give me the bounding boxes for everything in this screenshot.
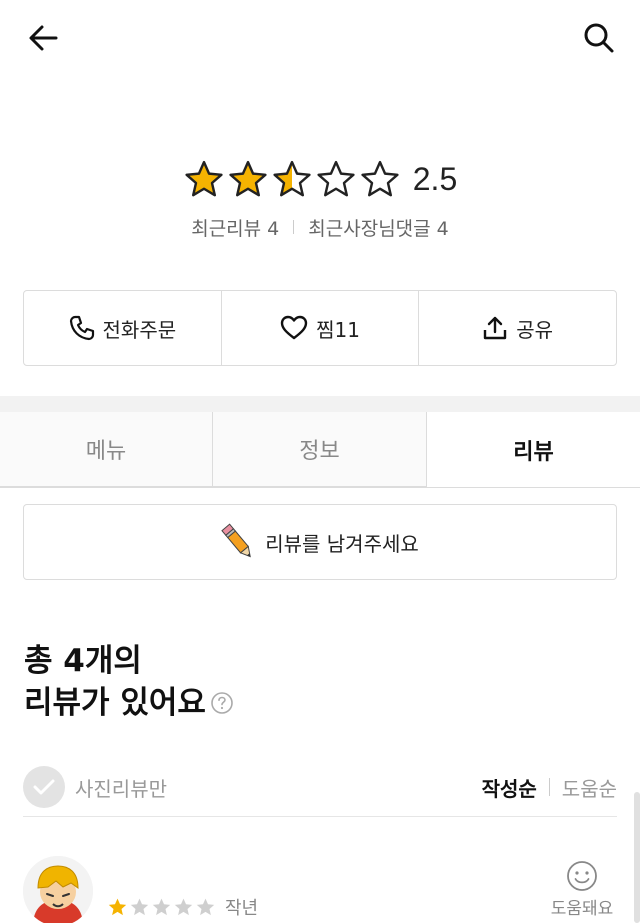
- write-review-button[interactable]: 리뷰를 남겨주세요: [23, 504, 617, 580]
- tab-menu[interactable]: 메뉴: [0, 412, 213, 487]
- tab-reviews-label: 리뷰: [513, 439, 554, 465]
- top-bar: [0, 0, 640, 76]
- review-filter-row: 사진리뷰만 작성순 도움순: [23, 760, 617, 814]
- store-rating-stars: [183, 159, 401, 199]
- arrow-left-icon: [29, 25, 58, 51]
- smile-icon: [567, 861, 597, 891]
- helpful-button[interactable]: 도움돼요: [547, 860, 617, 919]
- review-item: 작년 도움돼요: [23, 850, 617, 923]
- star-empty-icon: [317, 160, 355, 197]
- check-circle-icon: [23, 766, 65, 808]
- share-button[interactable]: 공유: [418, 291, 616, 365]
- call-order-label: 전화주문: [102, 317, 177, 342]
- star-empty-icon: [196, 898, 215, 916]
- store-rating-value: 2.5: [412, 160, 458, 197]
- review-total-line1: 총 4개의: [24, 643, 142, 679]
- review-meta: 작년: [107, 894, 258, 920]
- sort-divider: [548, 778, 550, 796]
- pencil-icon: [221, 523, 252, 558]
- heart-icon: [280, 315, 308, 340]
- recent-reviews-count[interactable]: 최근리뷰 4: [191, 214, 279, 241]
- review-sort: 작성순 도움순: [482, 773, 617, 802]
- sort-latest-option[interactable]: 작성순: [482, 773, 537, 802]
- tab-reviews[interactable]: 리뷰: [427, 412, 640, 487]
- review-total-title: 총 4개의 리뷰가 있어요: [24, 640, 234, 724]
- review-total-line2: 리뷰가 있어요: [24, 685, 206, 721]
- meta-divider: [293, 220, 295, 234]
- star-empty-icon: [130, 898, 149, 916]
- star-empty-icon: [152, 898, 171, 916]
- phone-icon: [69, 315, 94, 341]
- star-half-icon: [273, 160, 311, 197]
- photo-only-toggle[interactable]: 사진리뷰만: [23, 766, 167, 808]
- star-empty-icon: [361, 160, 399, 197]
- review-rating-stars: [107, 897, 217, 917]
- recent-owner-replies-count[interactable]: 최근사장님댓글 4: [308, 214, 449, 241]
- share-icon: [484, 316, 507, 340]
- sort-helpful-option[interactable]: 도움순: [562, 773, 617, 802]
- list-divider: [23, 816, 617, 817]
- favorite-label: 찜11: [316, 317, 360, 342]
- star-empty-icon: [174, 898, 193, 916]
- tab-menu-label: 메뉴: [85, 439, 127, 464]
- back-button[interactable]: [22, 18, 64, 58]
- avatar[interactable]: [23, 856, 93, 923]
- avatar-illustration: [23, 856, 93, 923]
- scrollbar[interactable]: [634, 792, 640, 923]
- helpful-label: 도움돼요: [550, 899, 614, 919]
- star-filled-icon: [108, 898, 127, 916]
- store-review-meta: 최근리뷰 4 최근사장님댓글 4: [0, 212, 640, 242]
- store-actions: 전화주문 찜11 공유: [23, 290, 617, 366]
- star-filled-icon: [185, 160, 223, 197]
- store-rating: 2.5: [0, 156, 640, 202]
- tab-info-label: 정보: [299, 439, 340, 464]
- search-icon: [584, 23, 614, 53]
- store-tabs: 메뉴 정보 리뷰: [0, 412, 640, 488]
- write-review-label: 리뷰를 남겨주세요: [265, 531, 419, 556]
- question-circle-icon[interactable]: [210, 691, 234, 715]
- photo-only-label: 사진리뷰만: [75, 776, 167, 801]
- review-date: 작년: [225, 898, 259, 919]
- star-filled-icon: [229, 160, 267, 197]
- section-divider: [0, 396, 640, 412]
- call-order-button[interactable]: 전화주문: [24, 291, 221, 365]
- favorite-button[interactable]: 찜11: [220, 291, 419, 365]
- share-label: 공유: [516, 317, 554, 342]
- store-name: [100, 88, 540, 144]
- search-button[interactable]: [578, 18, 620, 58]
- tab-info[interactable]: 정보: [213, 412, 427, 487]
